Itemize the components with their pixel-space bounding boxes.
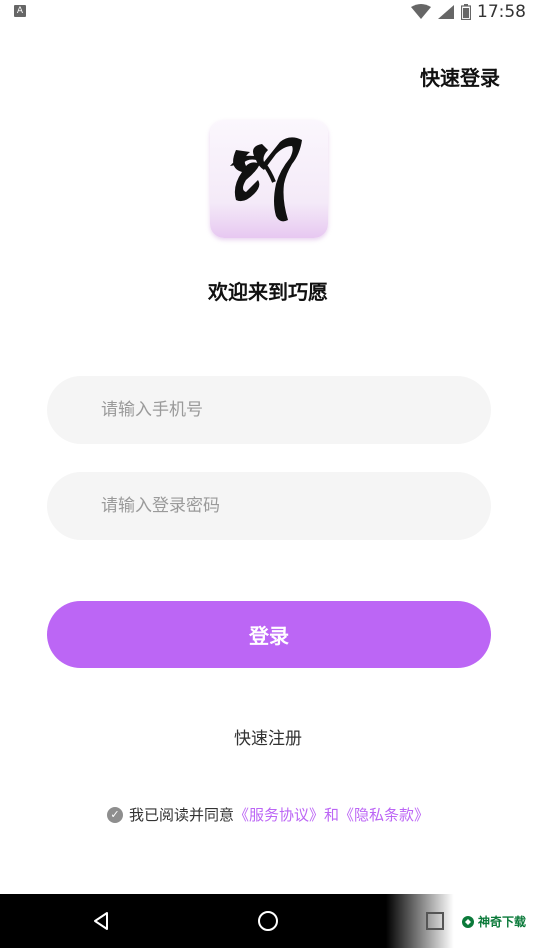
app-logo (210, 120, 328, 238)
phone-input[interactable] (47, 376, 491, 444)
watermark-logo-icon (461, 915, 474, 928)
recent-apps-icon (426, 912, 444, 930)
battery-icon (461, 4, 471, 20)
signal-icon (438, 5, 454, 19)
quick-register-link[interactable]: 快速注册 (234, 729, 302, 749)
back-button[interactable] (84, 904, 118, 938)
privacy-policy-link[interactable]: 《隐私条款》 (339, 804, 429, 825)
status-icons: 17:58 (411, 0, 526, 24)
agreement-prefix: 我已阅读并同意 (128, 806, 234, 824)
notification-icon: A (14, 5, 26, 17)
app-logo-icon (230, 137, 302, 222)
quick-login-link[interactable]: 快速登录 (420, 62, 500, 91)
home-icon (258, 911, 278, 931)
navigation-bar: 神奇下载 (0, 894, 536, 948)
welcome-title: 欢迎来到巧愿 (208, 280, 328, 304)
watermark-text: 神奇下载 (477, 915, 526, 929)
back-icon (94, 912, 108, 930)
watermark-label: 神奇下载 (461, 913, 526, 930)
password-input[interactable] (47, 472, 491, 540)
register-row: 快速注册 (0, 724, 536, 749)
watermark: 神奇下载 (386, 894, 536, 948)
recent-apps-button[interactable] (418, 904, 452, 938)
status-time: 17:58 (477, 2, 526, 22)
status-bar: A 17:58 (0, 0, 536, 24)
agreement-check-icon[interactable]: ✓ (106, 806, 123, 823)
service-agreement-link[interactable]: 《服务协议》 (234, 804, 324, 825)
home-button[interactable] (251, 904, 285, 938)
wifi-icon (411, 4, 431, 19)
agreement-row: ✓ 我已阅读并同意 《服务协议》 和 《隐私条款》 (0, 804, 536, 825)
agreement-conjunction: 和 (324, 806, 340, 824)
login-button[interactable]: 登录 (47, 601, 491, 668)
